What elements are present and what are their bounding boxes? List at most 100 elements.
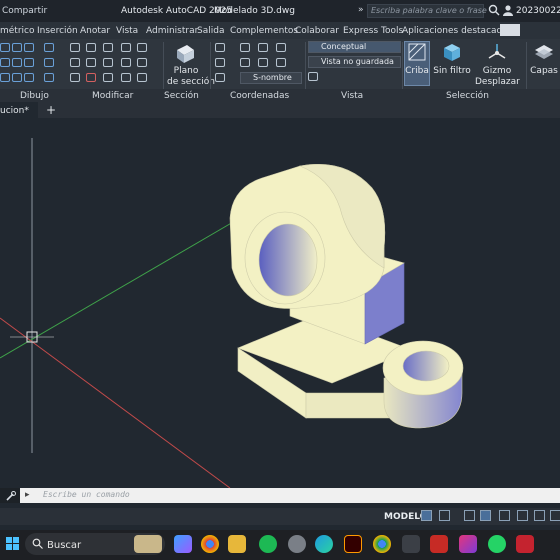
spotify-icon[interactable] [259, 535, 277, 553]
new-tab-button[interactable]: + [46, 103, 56, 117]
search-input[interactable]: Escriba palabra clave o frase [367, 4, 487, 18]
panel-coordenadas[interactable]: Coordenadas [230, 91, 289, 101]
copilot-icon[interactable] [174, 535, 192, 553]
circle-icon[interactable] [44, 43, 54, 52]
ucs-name-dropdown[interactable]: S-nombre [240, 72, 302, 84]
section-plane-label[interactable]: Plano de sección [167, 66, 215, 88]
array-icon[interactable] [70, 73, 80, 82]
cube-filter-icon[interactable] [441, 42, 463, 62]
stretch-icon[interactable] [70, 58, 80, 67]
spline-icon[interactable] [0, 58, 10, 67]
ucs-view-icon[interactable] [215, 73, 225, 82]
snap-icon[interactable] [439, 510, 450, 521]
arc-icon[interactable] [24, 43, 34, 52]
gizmo-label[interactable]: Gizmo Desplazar [475, 66, 520, 88]
osnap-icon[interactable] [499, 510, 510, 521]
tab-express-tools[interactable]: Express Tools [343, 26, 403, 36]
section-plane-icon[interactable] [174, 42, 196, 64]
mirror-icon[interactable] [121, 58, 131, 67]
wrench-icon[interactable] [6, 491, 16, 501]
hatch-icon[interactable] [24, 58, 34, 67]
gizmo-move-icon[interactable] [486, 42, 508, 62]
edge-icon[interactable] [315, 535, 333, 553]
whatsapp-icon[interactable] [488, 535, 506, 553]
polygon-icon[interactable] [44, 58, 54, 67]
tab-salida[interactable]: Salida [197, 26, 224, 36]
illustrator-icon[interactable] [344, 535, 362, 553]
ucs-icon[interactable] [215, 43, 225, 52]
settings-icon[interactable] [288, 535, 306, 553]
ucs-y-icon[interactable] [258, 58, 268, 67]
panel-dibujo[interactable]: Dibujo [20, 91, 49, 101]
panel-modificar[interactable]: Modificar [92, 91, 133, 101]
region-icon[interactable] [24, 73, 34, 82]
layers-icon[interactable] [533, 42, 555, 62]
grid-icon[interactable] [421, 510, 432, 521]
tab-vista[interactable]: Vista [116, 26, 138, 36]
ucs-origin-icon[interactable] [276, 43, 286, 52]
capas-label[interactable]: Capas [530, 66, 558, 77]
tab-active-indicator[interactable] [500, 24, 520, 36]
panel-seleccion[interactable]: Selección [446, 91, 489, 101]
transparency-icon[interactable] [550, 510, 560, 521]
panel-vista[interactable]: Vista [341, 91, 363, 101]
ucs-z-icon[interactable] [276, 58, 286, 67]
explode-icon[interactable] [121, 73, 131, 82]
share-button[interactable]: Compartir [2, 6, 47, 16]
point-icon[interactable] [0, 73, 10, 82]
gear-icon[interactable] [86, 43, 96, 52]
document-tab-label[interactable]: ucion* [0, 106, 29, 116]
viewport-icon[interactable] [308, 72, 318, 81]
tab-administrar[interactable]: Administrar [146, 26, 198, 36]
visual-style-dropdown[interactable]: Conceptual [308, 41, 401, 53]
file-explorer-icon[interactable] [228, 535, 246, 553]
ortho-icon[interactable] [464, 510, 475, 521]
tab-colaborar[interactable]: Colaborar [295, 26, 339, 36]
refresh-icon[interactable] [103, 58, 113, 67]
ucs-face-icon[interactable] [215, 58, 225, 67]
line-icon[interactable] [0, 43, 10, 52]
tab-aplicaciones-destacadas[interactable]: Aplicaciones destacadas [402, 26, 512, 36]
ucs-previous-icon[interactable] [258, 43, 268, 52]
polyline-icon[interactable] [12, 43, 22, 52]
chrome-icon[interactable] [201, 535, 219, 553]
move-icon[interactable] [103, 43, 113, 52]
trim-icon[interactable] [137, 43, 147, 52]
rectangle-icon[interactable] [12, 73, 22, 82]
app-icon[interactable] [402, 535, 420, 553]
erase-icon[interactable] [70, 43, 80, 52]
drawing-viewport[interactable] [0, 118, 560, 488]
boundary-icon[interactable] [44, 73, 54, 82]
user-icon[interactable] [502, 4, 514, 16]
tab-complementos[interactable]: Complementos [230, 26, 298, 36]
view-state-dropdown[interactable]: Vista no guardada [308, 56, 401, 68]
scale-icon[interactable] [103, 73, 113, 82]
app-pink-icon[interactable] [459, 535, 477, 553]
windows-start-icon[interactable] [6, 537, 20, 551]
command-input[interactable]: Escribe un comando [20, 488, 560, 503]
copy-icon[interactable] [121, 43, 131, 52]
fillet-icon[interactable] [137, 58, 147, 67]
widgets-icon[interactable] [134, 535, 162, 553]
user-id[interactable]: 202300229 [516, 6, 560, 16]
lineweight-icon[interactable] [534, 510, 545, 521]
ucs-x-icon[interactable] [240, 58, 250, 67]
polar-icon[interactable] [480, 510, 491, 521]
otrack-icon[interactable] [517, 510, 528, 521]
panel-seccion[interactable]: Sección [164, 91, 199, 101]
chevron-right-icon[interactable]: » [358, 5, 364, 15]
rotate-icon[interactable] [86, 58, 96, 67]
sin-filtro-label[interactable]: Sin filtro [433, 66, 471, 77]
tab-anotar[interactable]: Anotar [80, 26, 110, 36]
ellipse-icon[interactable] [12, 58, 22, 67]
offset-icon[interactable] [137, 73, 147, 82]
acrobat-icon[interactable] [430, 535, 448, 553]
tab-modelado[interactable]: métrico [0, 26, 35, 36]
tab-insercion[interactable]: Inserción [37, 26, 78, 36]
autocad-icon[interactable] [516, 535, 534, 553]
warning-icon[interactable] [86, 73, 96, 82]
model-canvas[interactable] [0, 118, 560, 488]
chrome-profile-icon[interactable] [373, 535, 391, 553]
ucs-world-icon[interactable] [240, 43, 250, 52]
search-icon[interactable] [488, 4, 500, 16]
